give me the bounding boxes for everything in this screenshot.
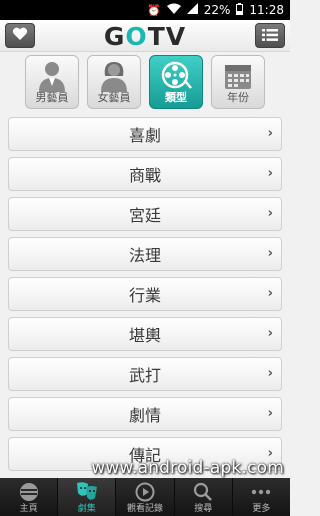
home-disc-icon bbox=[0, 481, 57, 503]
chevron-right-icon: › bbox=[267, 166, 273, 181]
genre-item-legal[interactable]: 法理 › bbox=[8, 237, 282, 271]
search-icon bbox=[175, 481, 232, 503]
genre-label: 宮廷 bbox=[128, 206, 161, 225]
film-reel-icon bbox=[150, 59, 202, 93]
genre-label: 法理 bbox=[128, 246, 161, 265]
category-tabs: 男藝員 女藝員 類型 年份 bbox=[25, 55, 265, 111]
female-actor-icon bbox=[88, 59, 140, 93]
app-header: GOTV bbox=[0, 20, 290, 52]
genre-item-comedy[interactable]: 喜劇 › bbox=[8, 117, 282, 151]
tab-year[interactable]: 年份 bbox=[211, 55, 265, 109]
nav-search[interactable]: 搜尋 bbox=[175, 478, 233, 516]
battery-percent: 22% bbox=[203, 3, 231, 17]
wifi-icon bbox=[166, 3, 181, 17]
chevron-right-icon: › bbox=[267, 326, 273, 341]
chevron-right-icon: › bbox=[267, 366, 273, 381]
menu-button[interactable] bbox=[255, 23, 285, 48]
genre-label: 行業 bbox=[128, 286, 161, 305]
drama-masks-icon bbox=[58, 481, 115, 503]
list-menu-icon bbox=[262, 26, 278, 45]
calendar-icon bbox=[212, 59, 264, 93]
male-actor-icon bbox=[26, 59, 78, 93]
gotv-logo: GOTV bbox=[103, 22, 187, 51]
genre-label: 商戰 bbox=[128, 166, 161, 185]
alarm-icon: ⏰ bbox=[147, 3, 161, 17]
genre-list: 喜劇 › 商戰 › 宮廷 › 法理 › 行業 › 堪輿 › 武打 › 劇情 › … bbox=[8, 117, 282, 477]
history-play-icon bbox=[116, 481, 173, 503]
nav-history[interactable]: 觀看記錄 bbox=[116, 478, 175, 516]
tab-female-actors[interactable]: 女藝員 bbox=[87, 55, 141, 109]
chevron-right-icon: › bbox=[267, 206, 273, 221]
genre-item-fengshui[interactable]: 堪輿 › bbox=[8, 317, 282, 351]
genre-item-profession[interactable]: 行業 › bbox=[8, 277, 282, 311]
genre-item-palace[interactable]: 宮廷 › bbox=[8, 197, 282, 231]
genre-label: 武打 bbox=[128, 366, 161, 385]
genre-label: 喜劇 bbox=[128, 126, 161, 145]
genre-item-drama[interactable]: 劇情 › bbox=[8, 397, 282, 431]
battery-icon bbox=[236, 2, 244, 18]
chevron-right-icon: › bbox=[267, 406, 273, 421]
chevron-right-icon: › bbox=[267, 246, 273, 261]
chevron-right-icon: › bbox=[267, 286, 273, 301]
bottom-nav: 主頁 劇集 觀看記錄 搜尋 更多 bbox=[0, 478, 290, 516]
tab-male-actors[interactable]: 男藝員 bbox=[25, 55, 79, 109]
genre-label: 劇情 bbox=[128, 406, 161, 425]
genre-item-business[interactable]: 商戰 › bbox=[8, 157, 282, 191]
nav-series[interactable]: 劇集 bbox=[58, 478, 117, 516]
genre-label: 堪輿 bbox=[128, 326, 161, 345]
nav-more[interactable]: 更多 bbox=[233, 478, 290, 516]
chevron-right-icon: › bbox=[267, 126, 273, 141]
clock: 11:28 bbox=[249, 3, 284, 17]
tab-genre[interactable]: 類型 bbox=[149, 55, 203, 109]
genre-item-martial-arts[interactable]: 武打 › bbox=[8, 357, 282, 391]
status-bar: ⏰ 22% 11:28 bbox=[0, 0, 290, 20]
signal-icon bbox=[186, 3, 198, 17]
more-dots-icon bbox=[233, 481, 290, 503]
nav-home[interactable]: 主頁 bbox=[0, 478, 59, 516]
watermark: www.android-apk.com bbox=[91, 458, 284, 478]
